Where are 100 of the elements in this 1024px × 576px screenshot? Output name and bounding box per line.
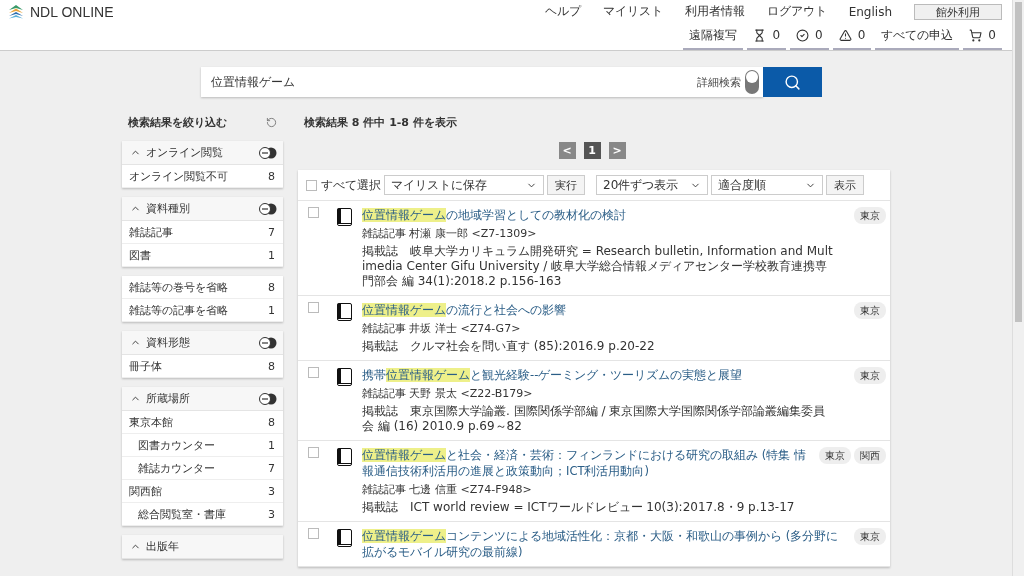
result-checkbox[interactable] [308, 302, 319, 313]
run-button[interactable]: 実行 [547, 175, 585, 195]
status-tab[interactable]: すべての申込 [875, 26, 960, 50]
facet-item[interactable]: 雑誌等の記事を省略 1 [122, 299, 283, 322]
select-all-checkbox[interactable] [306, 179, 317, 191]
result-title-link[interactable]: 位置情報ゲーム コンテンツによる地域活性化：京都・大阪・和歌山の事例から (多分野に拡がるモバイル研究の最前線) [362, 528, 844, 560]
facet-header[interactable]: オンライン閲覧 [122, 141, 283, 165]
page-button[interactable]: 1 [583, 142, 601, 159]
minus-toggle-icon[interactable] [259, 336, 277, 349]
nav-link[interactable]: English [848, 4, 892, 19]
facet-count: 7 [268, 461, 275, 475]
facet-item[interactable]: 冊子体 8 [122, 355, 283, 378]
facet-count: 3 [268, 484, 275, 498]
facet-count: 7 [268, 225, 275, 239]
action-dropdown[interactable]: マイリストに保存 [384, 175, 544, 195]
facet-item[interactable]: 総合閲覧室・書庫 3 [122, 503, 283, 526]
minus-toggle-icon[interactable] [259, 202, 277, 215]
facet-item[interactable]: 雑誌等の巻号を省略 8 [122, 276, 283, 299]
status-counter[interactable]: 0 [790, 26, 829, 50]
facet-count: 1 [268, 303, 275, 317]
result-checkbox[interactable] [308, 528, 319, 539]
facet-count: 8 [268, 169, 275, 183]
facet-label: 図書カウンター [138, 437, 215, 453]
nav-link[interactable]: マイリスト [602, 3, 663, 21]
result-checkbox[interactable] [308, 367, 319, 378]
cart-icon [969, 28, 983, 42]
nav-link[interactable]: ログアウト [766, 3, 827, 21]
facet-item[interactable]: 関西館 3 [122, 480, 283, 503]
facet-title: 資料形態 [146, 335, 190, 350]
result-title-link[interactable]: 位置情報ゲームの流行と社会への影響 [362, 302, 844, 318]
facet-item[interactable]: オンライン閲覧不可 8 [122, 165, 283, 188]
result-source: 掲載誌 クルマ社会を問い直す (85):2016.9 p.20-22 [362, 339, 656, 354]
show-button[interactable]: 表示 [826, 175, 864, 195]
location-tag: 東京 [854, 207, 886, 224]
facet-label: 東京本館 [129, 414, 173, 430]
sidebar-title: 検索結果を絞り込む [128, 115, 227, 130]
search-button[interactable] [762, 67, 822, 97]
facet-item[interactable]: 雑誌カウンター 7 [122, 457, 283, 480]
result-source: 掲載誌 東京国際大学論叢. 国際関係学部編 / 東京国際大学国際関係学部論叢編集委員会 編 (16) 2010.9 p.69～82 [362, 404, 827, 434]
results-summary: 検索結果 8 件中 1-8 件を表示 [303, 115, 458, 131]
status-counter[interactable]: 0 [747, 26, 787, 50]
facet-header[interactable]: 資料種別 [122, 197, 283, 221]
book-icon [337, 303, 352, 321]
facet-label: 関西館 [129, 483, 162, 499]
access-mode-button[interactable]: 館外利用 [914, 3, 1002, 20]
facet-title: 出版年 [146, 539, 179, 554]
reset-icon[interactable] [266, 117, 277, 128]
facet-header[interactable]: 資料形態 [122, 331, 283, 355]
facet-label: 雑誌記事 [129, 224, 173, 240]
facet-label: 雑誌等の巻号を省略 [129, 279, 228, 295]
result-checkbox[interactable] [308, 207, 319, 218]
facet-item[interactable]: 図書カウンター 1 [122, 434, 283, 457]
result-title-link[interactable]: 携帯位置情報ゲーム と観光経験--ゲーミング・ツーリズムの実態と展望 [362, 367, 844, 383]
sort-dropdown[interactable]: 適合度順 [711, 175, 823, 195]
facet-label: 図書 [129, 247, 151, 263]
advanced-search-label: 詳細検索 [696, 74, 741, 90]
per-page-dropdown[interactable]: 20件ずつ表示 [596, 175, 708, 195]
facet-item[interactable]: 東京本館 8 [122, 411, 283, 434]
result-source: 掲載誌 岐阜大学カリキュラム開発研究 = Research bulletin, Information and Multimedia Center Gifu University / 岐阜大学総合情報メディアセンター学校教育連携専門部会 編 34(1):2018.2 p.156-163 [362, 244, 834, 289]
facet-count: 8 [268, 280, 275, 294]
result-source: 掲載誌 ICT world review = ICTワールドレビュー 10(3):2017.8・9 p.13-17 [362, 500, 796, 515]
minus-toggle-icon[interactable] [259, 146, 277, 159]
result-checkbox[interactable] [308, 447, 319, 458]
facet-title: 所蔵場所 [146, 391, 190, 406]
location-tag: 東京 [854, 528, 886, 545]
result-meta: 雑誌記事 天野 景太 <Z22-B179> [362, 386, 534, 401]
status-counter[interactable]: 0 [832, 26, 872, 50]
facet-count: 8 [268, 359, 275, 373]
facet-count: 1 [268, 438, 275, 452]
facet-header[interactable]: 出版年 [122, 535, 283, 559]
facet-label: オンライン閲覧不可 [129, 168, 228, 184]
facet-title: オンライン閲覧 [146, 145, 223, 160]
location-tag: 関西 [854, 447, 886, 464]
advanced-search-toggle[interactable] [744, 70, 759, 94]
location-tag: 東京 [854, 302, 886, 319]
facet-label: 冊子体 [129, 358, 162, 374]
logo-text: NDL ONLINE [30, 4, 114, 20]
result-title-link[interactable]: 位置情報ゲームの地域学習としての教材化の検討 [362, 207, 844, 223]
facet-label: 雑誌等の記事を省略 [129, 302, 228, 318]
hourglass-icon [753, 28, 767, 42]
facet-count: 1 [268, 248, 275, 262]
facet-item[interactable]: 図書 1 [122, 244, 283, 267]
facet-item[interactable]: 雑誌記事 7 [122, 221, 283, 244]
status-counter[interactable]: 0 [963, 26, 1002, 50]
nav-link[interactable]: 利用者情報 [684, 3, 745, 21]
next-page-button[interactable]: > [608, 142, 626, 159]
result-title-link[interactable]: 位置情報ゲーム と社会・経済・芸術：フィンランドにおける研究の取組み (特集 情報通信技術利活用の進展と政策動向；ICT利活用動向) [362, 447, 809, 479]
facet-label: 総合閲覧室・書庫 [138, 506, 226, 522]
check-circle-icon [796, 28, 810, 42]
minus-toggle-icon[interactable] [259, 392, 277, 405]
facet-count: 8 [268, 415, 275, 429]
facet-header[interactable]: 所蔵場所 [122, 387, 283, 411]
search-icon [783, 73, 801, 91]
search-field[interactable]: 位置情報ゲーム 詳細検索 [200, 67, 763, 97]
book-icon [337, 448, 352, 466]
scrollbar[interactable] [1012, 0, 1024, 576]
previous-page-button[interactable]: < [558, 142, 576, 159]
nav-link[interactable]: ヘルプ [544, 3, 581, 21]
select-all-label: すべて選択 [321, 176, 381, 194]
status-tab[interactable]: 遠隔複写 [683, 26, 744, 50]
